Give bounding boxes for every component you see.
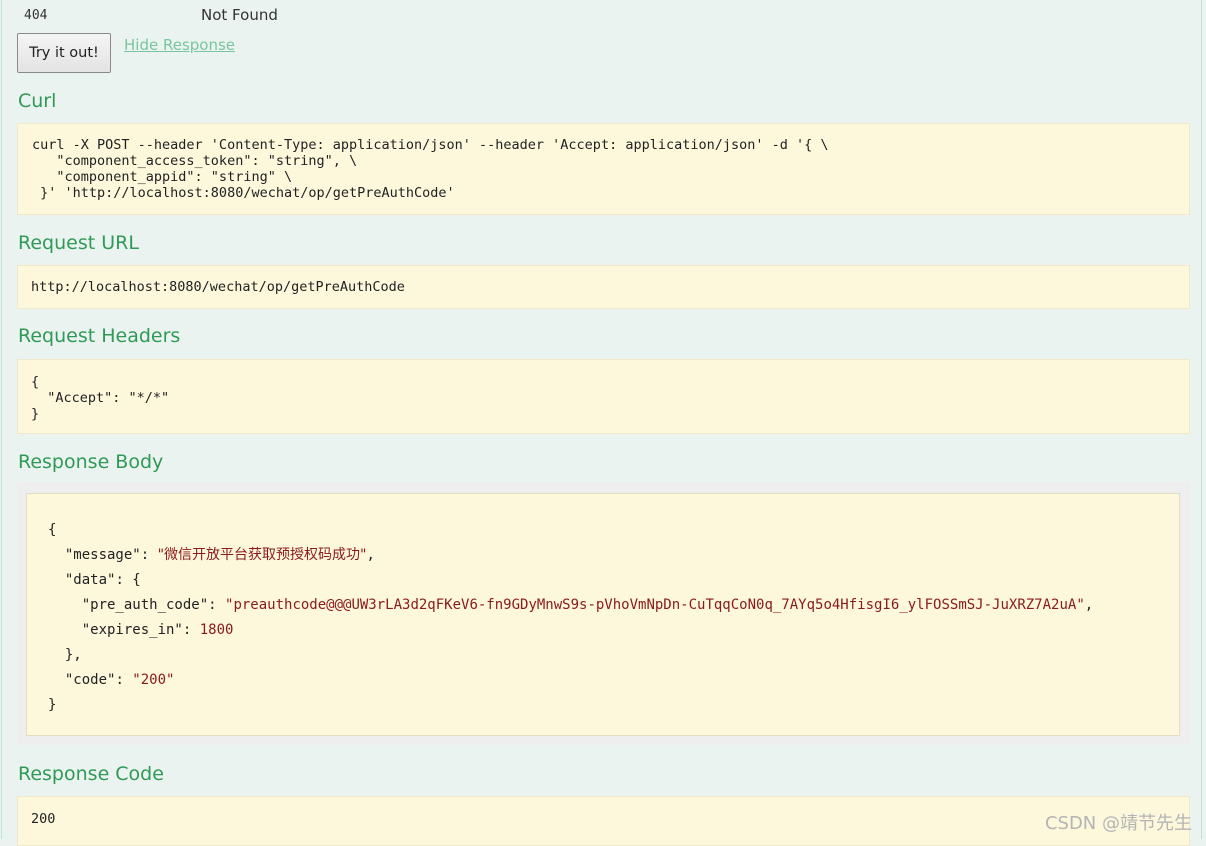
json-string: "微信开放平台获取预授权码成功" [157,547,367,563]
curl-line: curl -X POST --header 'Content-Type: app… [32,137,829,153]
json-key: "expires_in" [81,622,183,638]
json-key: "message" [64,547,141,563]
watermark: CSDN @靖节先生 [1044,813,1192,834]
json-key: "code" [64,672,116,688]
response-body-box: { "message": "微信开放平台获取预授权码成功", "data": {… [26,493,1180,736]
status-description: Not Found [201,6,278,24]
response-panel: 404 Not Found Try it out! Hide Response … [1,0,1202,846]
header-line: { [31,374,40,390]
curl-line: }' 'http://localhost:8080/wechat/op/getP… [32,185,455,201]
json-key: "data" [64,572,116,588]
json-brace: { [48,522,57,538]
json-brace: }, [64,647,82,663]
json-line: } [48,693,1093,718]
json-key: "pre_auth_code" [81,597,209,613]
response-code-value: 200 [31,811,56,827]
request-headers-title: Request Headers [18,325,181,347]
json-line: "expires_in": 1800 [81,622,234,638]
response-body-container: { "message": "微信开放平台获取预授权码成功", "data": {… [17,482,1190,745]
curl-line: "component_appid": "string" \ [32,169,293,185]
json-string: "200" [132,672,175,688]
json-line: "data": { [64,572,141,588]
request-url-box: http://localhost:8080/wechat/op/getPreAu… [17,265,1190,309]
request-headers-box: { "Accept": "*/*" } [17,359,1190,434]
try-it-out-button[interactable]: Try it out! [17,33,111,73]
curl-box: curl -X POST --header 'Content-Type: app… [17,123,1190,215]
response-json: { "message": "微信开放平台获取预授权码成功", "data": {… [48,518,1093,718]
json-line: }, [48,643,1093,668]
json-line: "code": "200" [64,672,175,688]
json-line: "message": "微信开放平台获取预授权码成功", [64,547,375,563]
request-url-value: http://localhost:8080/wechat/op/getPreAu… [31,279,405,295]
json-brace: } [48,697,57,713]
header-line: } [31,406,40,422]
request-headers-value: { "Accept": "*/*" } [31,374,1189,422]
status-row: 404 Not Found [2,6,402,24]
curl-command: curl -X POST --header 'Content-Type: app… [32,137,1189,201]
response-code-title: Response Code [18,763,164,785]
hide-response-link[interactable]: Hide Response [124,36,235,54]
json-line: "pre_auth_code": "preauthcode@@@UW3rLA3d… [81,597,1094,613]
json-number: 1800 [199,622,234,638]
response-body-title: Response Body [18,451,164,473]
json-string: "preauthcode@@@UW3rLA3d2qFKeV6-fn9GDyMnw… [225,597,1085,613]
json-line: { [48,518,1093,543]
curl-title: Curl [18,90,57,112]
request-url-title: Request URL [18,232,139,254]
header-line: "Accept": "*/*" [31,390,170,406]
curl-line: "component_access_token": "string", \ [32,153,358,169]
status-code: 404 [24,8,48,23]
